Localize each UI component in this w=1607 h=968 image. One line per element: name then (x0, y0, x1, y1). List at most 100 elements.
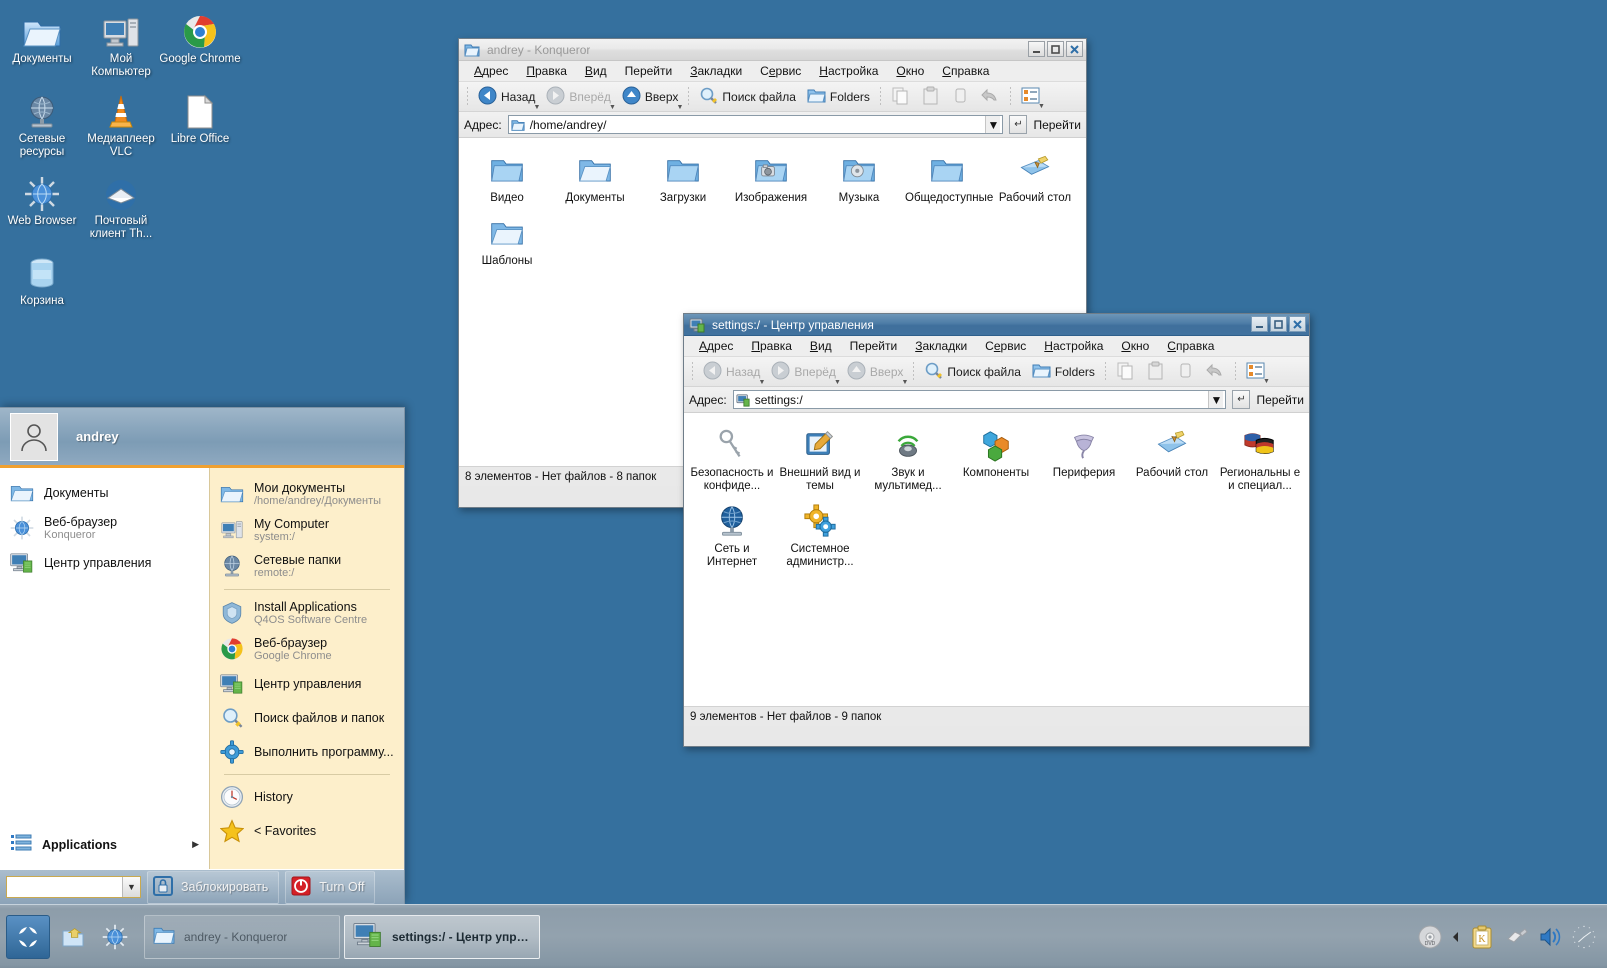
menu-tools[interactable]: Сервис (976, 337, 1035, 355)
chevron-down-icon[interactable]: ▼ (533, 104, 540, 111)
start-menu-item[interactable]: History (210, 780, 404, 814)
taskbar-task[interactable]: andrey - Konqueror (144, 915, 340, 959)
start-menu-combo[interactable]: ▼ (6, 876, 141, 898)
view-mode-button[interactable]: ▼ (1016, 85, 1045, 109)
konqueror-window-buttons[interactable] (1028, 41, 1083, 57)
klipper-clipboard-icon[interactable]: K (1469, 924, 1495, 950)
chevron-down-icon[interactable]: ▼ (834, 379, 841, 386)
up-button[interactable]: Вверх ▼ (617, 84, 683, 110)
menu-go[interactable]: Перейти (841, 337, 907, 355)
settings-addressbar[interactable]: Адрес: settings:/ ▼ ↵ Перейти (684, 387, 1309, 413)
file-item[interactable]: Рабочий стол (991, 146, 1079, 209)
back-button[interactable]: Назад ▼ (473, 84, 540, 110)
konqueror-toolbar[interactable]: Назад ▼ Вперёд ▼ Вверх ▼ Поиск файла Fol… (459, 82, 1086, 112)
file-item[interactable]: Звук и мультимед... (864, 421, 952, 497)
settings-file-grid[interactable]: Безопасность и конфиде...Внешний вид и т… (684, 413, 1309, 581)
start-menu-item[interactable]: Мои документы/home/andrey/Документы (210, 476, 404, 512)
file-item[interactable]: Общедоступные (903, 146, 991, 209)
settings-window-buttons[interactable] (1251, 316, 1306, 332)
settings-titlebar[interactable]: settings:/ - Центр управления (684, 314, 1309, 336)
find-file-button[interactable]: Поиск файла (694, 84, 801, 110)
start-menu-item[interactable]: Веб-браузерKonqueror (0, 510, 209, 546)
go-button[interactable]: ↵ (1232, 390, 1250, 409)
start-menu-item[interactable]: Поиск файлов и папок (210, 701, 404, 735)
desktop-icon-network-resources[interactable]: Сетевые ресурсы (0, 88, 84, 159)
start-menu-left-panel[interactable]: ДокументыВеб-браузерKonquerorЦентр управ… (0, 468, 210, 869)
desktop-icon-google-chrome[interactable]: Google Chrome (158, 8, 242, 66)
maximize-button[interactable] (1270, 316, 1287, 332)
address-input[interactable]: settings:/ ▼ (733, 390, 1227, 409)
desktop-icon-thunderbird[interactable]: Почтовый клиент Th... (79, 170, 163, 241)
folders-button[interactable]: Folders (1027, 360, 1100, 384)
copy-button[interactable] (1111, 359, 1140, 385)
chevron-down-icon[interactable]: ▼ (676, 104, 683, 111)
view-mode-button[interactable]: ▼ (1241, 360, 1270, 384)
taskbar[interactable]: andrey - Konquerorsettings:/ - Центр упр… (0, 904, 1607, 968)
forward-button[interactable]: Вперёд ▼ (541, 84, 616, 110)
close-button[interactable] (1289, 316, 1306, 332)
go-button[interactable]: ↵ (1009, 115, 1027, 134)
menu-help[interactable]: Справка (1158, 337, 1223, 355)
start-menu-item[interactable]: My Computersystem:/ (210, 512, 404, 548)
menu-view[interactable]: Вид (576, 62, 616, 80)
file-item[interactable]: Видео (463, 146, 551, 209)
settings-menubar[interactable]: Адрес Правка Вид Перейти Закладки Сервис… (684, 336, 1309, 357)
start-menu-right-panel[interactable]: Мои документы/home/andrey/ДокументыMy Co… (210, 468, 404, 869)
desktop-icon-web-browser[interactable]: Web Browser (0, 170, 84, 228)
address-input[interactable]: /home/andrey/ ▼ (508, 115, 1004, 134)
task-list[interactable]: andrey - Konquerorsettings:/ - Центр упр… (144, 915, 540, 959)
back-button[interactable]: Назад ▼ (698, 359, 765, 385)
up-button[interactable]: Вверх ▼ (842, 359, 908, 385)
desktop-icon-libreoffice[interactable]: Libre Office (158, 88, 242, 146)
volume-speaker-icon[interactable] (1537, 924, 1563, 950)
find-file-button[interactable]: Поиск файла (919, 359, 1026, 385)
start-menu-item[interactable]: Install ApplicationsQ4OS Software Centre (210, 595, 404, 631)
menu-address[interactable]: Адрес (690, 337, 742, 355)
menu-tools[interactable]: Сервис (751, 62, 810, 80)
konqueror-addressbar[interactable]: Адрес: /home/andrey/ ▼ ↵ Перейти (459, 112, 1086, 138)
file-item[interactable]: Безопасность и конфиде... (688, 421, 776, 497)
analog-clock-icon[interactable] (1571, 924, 1597, 950)
chevron-down-icon[interactable]: ▼ (901, 379, 908, 386)
file-item[interactable]: Компоненты (952, 421, 1040, 497)
folders-button[interactable]: Folders (802, 85, 875, 109)
file-item[interactable]: Региональны е и специал... (1216, 421, 1304, 497)
menu-edit[interactable]: Правка (742, 337, 801, 355)
menu-edit[interactable]: Правка (517, 62, 576, 80)
start-button[interactable] (6, 915, 50, 959)
file-item[interactable]: Внешний вид и темы (776, 421, 864, 497)
undo-button[interactable] (976, 84, 1005, 110)
copy-button[interactable] (886, 84, 915, 110)
menu-window[interactable]: Окно (887, 62, 933, 80)
lock-button[interactable]: Заблокировать (147, 871, 279, 904)
turn-off-button[interactable]: Turn Off (285, 871, 375, 904)
start-menu-item[interactable]: Документы (0, 476, 209, 510)
print-button[interactable] (946, 84, 975, 110)
menu-settings[interactable]: Настройка (1035, 337, 1112, 355)
forward-button[interactable]: Вперёд ▼ (766, 359, 841, 385)
file-item[interactable]: Рабочий стол (1128, 421, 1216, 497)
menu-address[interactable]: Адрес (465, 62, 517, 80)
konqueror-menubar[interactable]: Адрес Правка Вид Перейти Закладки Сервис… (459, 61, 1086, 82)
desktop-icon-my-computer[interactable]: Мой Компьютер (79, 8, 163, 79)
applications-submenu[interactable]: Applications▶ (0, 824, 209, 869)
start-menu[interactable]: andrey ДокументыВеб-браузерKonquerorЦент… (0, 407, 405, 904)
chevron-down-icon[interactable]: ▼ (1038, 103, 1045, 110)
paste-button[interactable] (1141, 359, 1170, 385)
menu-window[interactable]: Окно (1112, 337, 1158, 355)
chevron-down-icon[interactable]: ▼ (122, 877, 140, 897)
system-tray[interactable]: DVD K (1417, 924, 1607, 950)
settings-toolbar[interactable]: Назад ▼ Вперёд ▼ Вверх ▼ Поиск файла Fol… (684, 357, 1309, 387)
konqueror-titlebar[interactable]: andrey - Konqueror (459, 39, 1086, 61)
desktop-icon-vlc[interactable]: Медиаплеер VLC (79, 88, 163, 159)
window-control-center[interactable]: settings:/ - Центр управления Адрес Прав… (683, 313, 1310, 747)
chevron-down-icon[interactable]: ▼ (1263, 378, 1270, 385)
file-item[interactable]: Музыка (815, 146, 903, 209)
minimize-button[interactable] (1251, 316, 1268, 332)
menu-view[interactable]: Вид (801, 337, 841, 355)
file-item[interactable]: Документы (551, 146, 639, 209)
chevron-down-icon[interactable]: ▼ (609, 104, 616, 111)
minimize-button[interactable] (1028, 41, 1045, 57)
show-desktop-icon[interactable] (58, 922, 88, 952)
start-menu-item[interactable]: Выполнить программу... (210, 735, 404, 769)
